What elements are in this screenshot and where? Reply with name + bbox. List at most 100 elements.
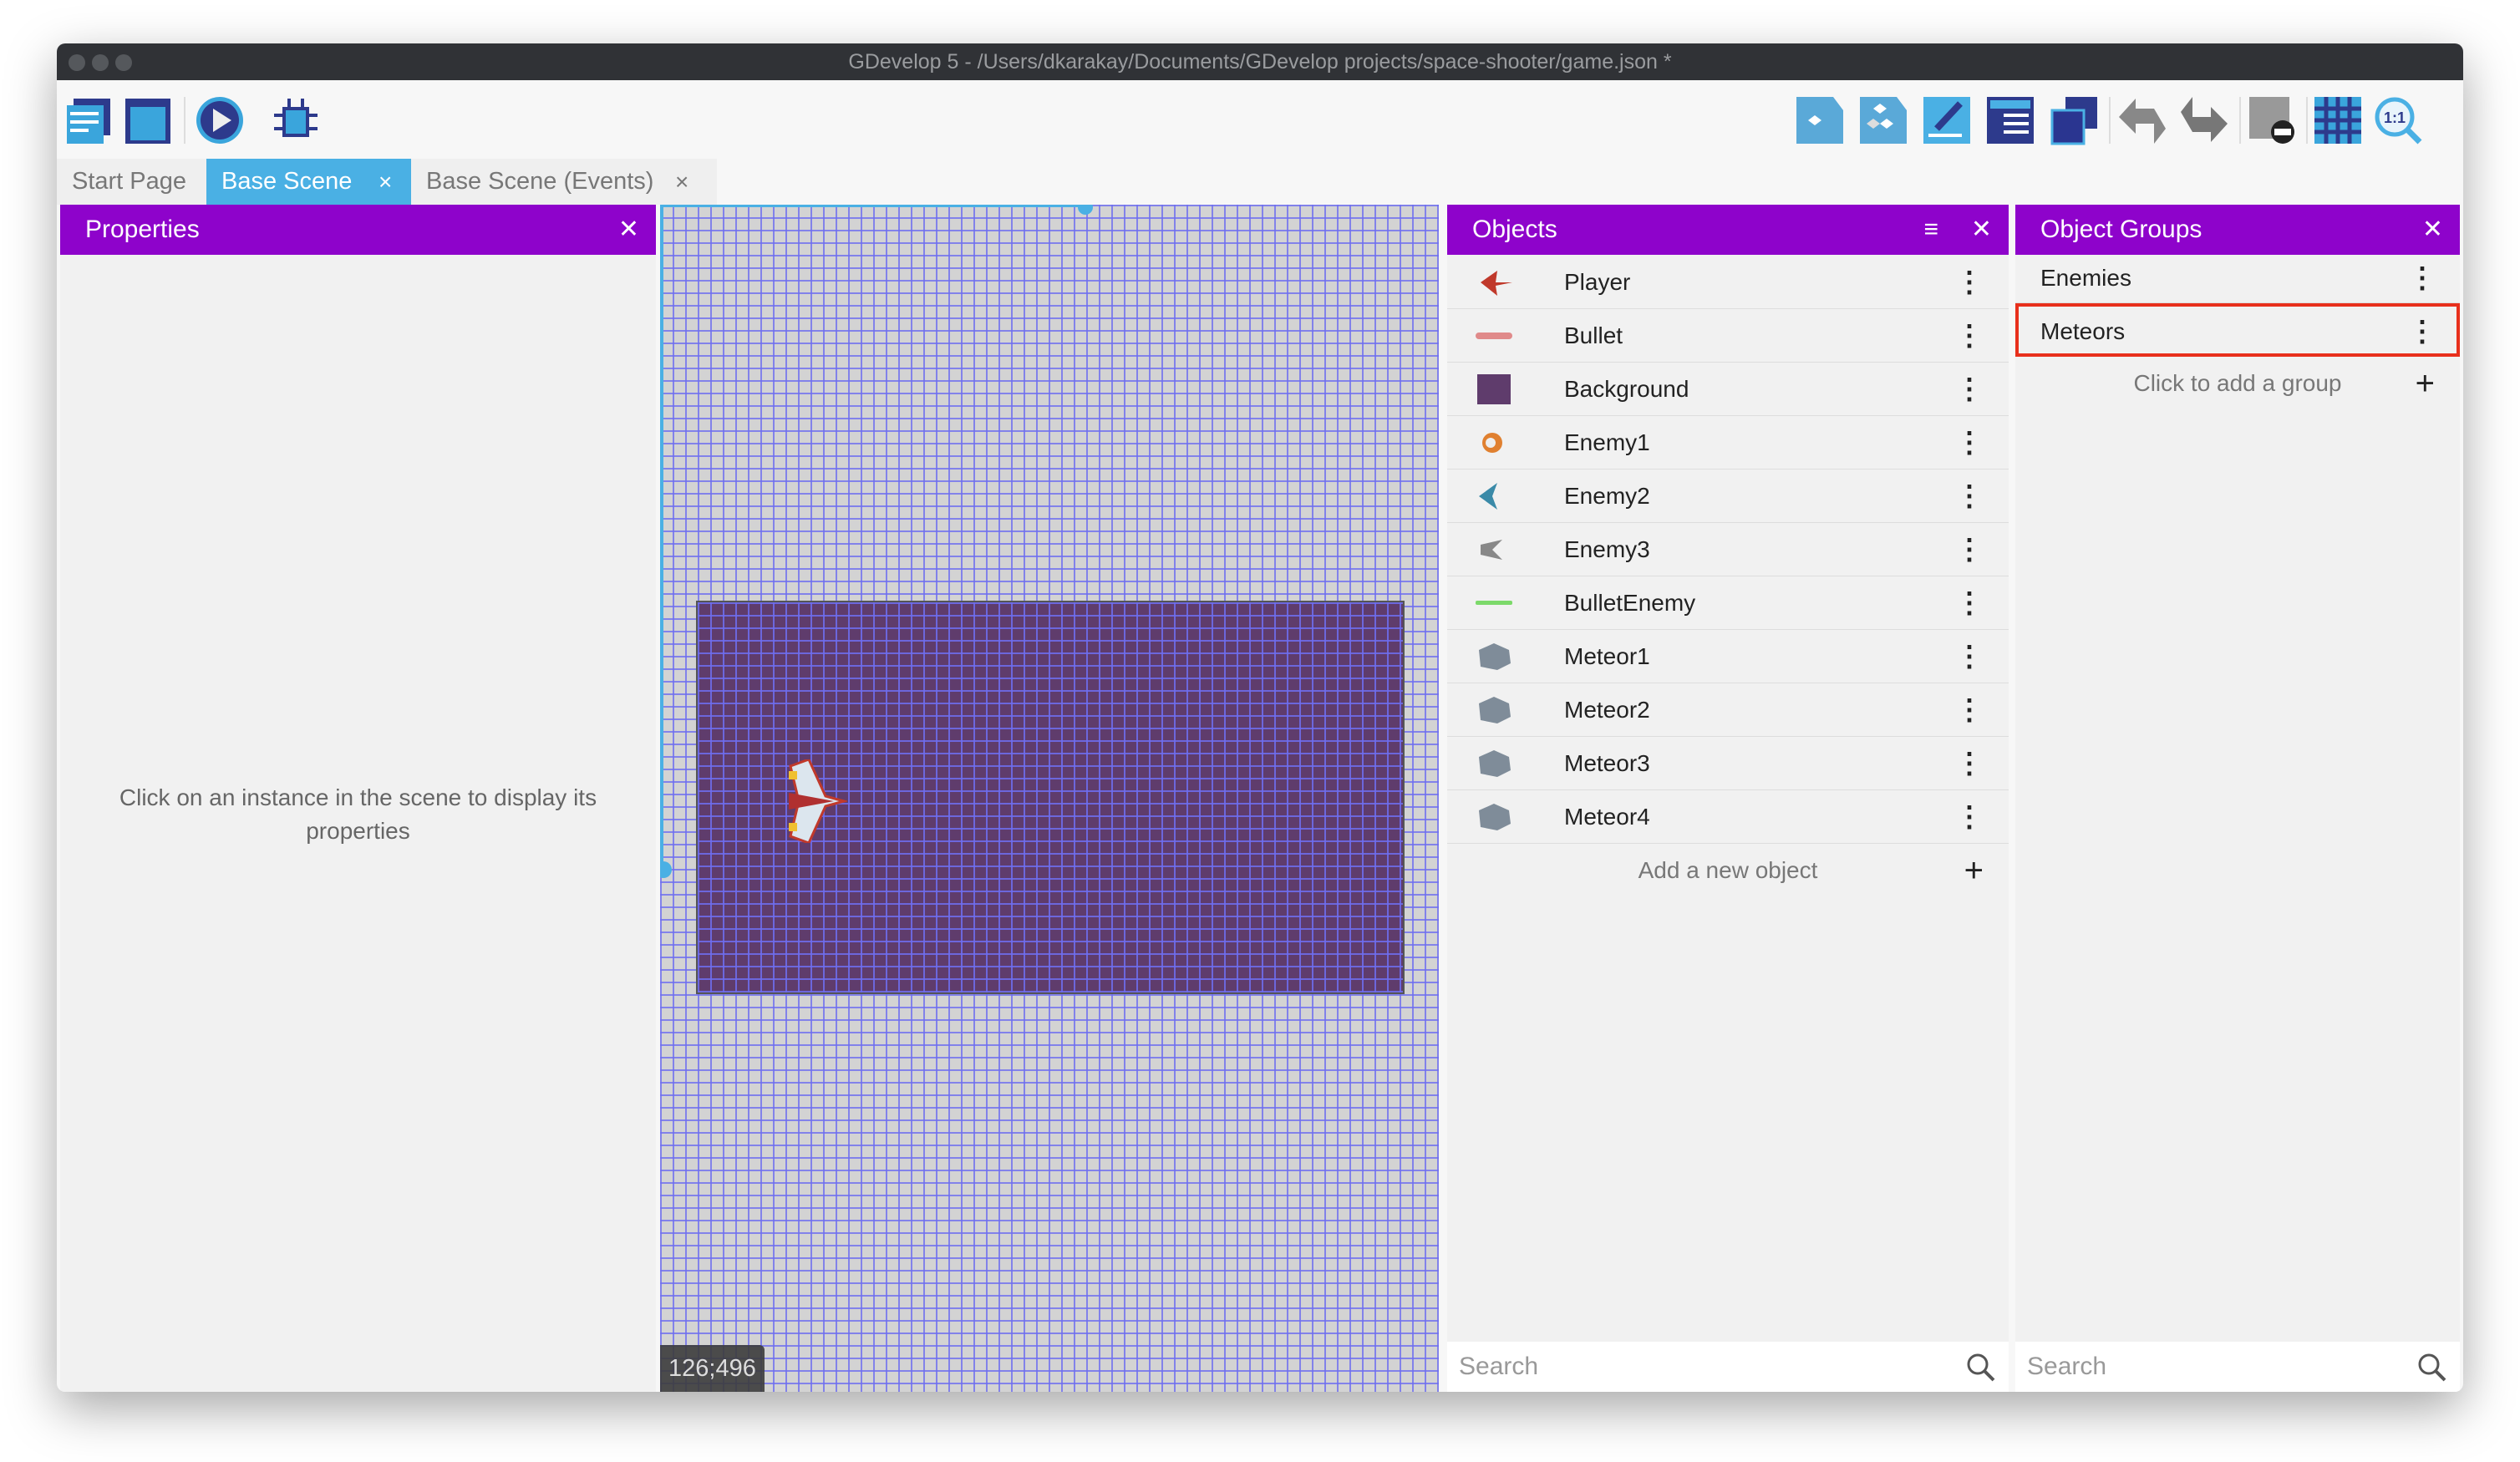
more-options-icon[interactable]: ⋮ bbox=[1955, 523, 1984, 576]
toolbar: 1:1 bbox=[57, 80, 2463, 159]
tab-bar: Start Page Base Scene × Base Scene (Event… bbox=[57, 159, 717, 205]
object-name: Bullet bbox=[1564, 322, 1623, 348]
search-icon[interactable] bbox=[2416, 1352, 2446, 1382]
object-thumbnail-icon bbox=[1479, 804, 1511, 830]
tab-label: Base Scene bbox=[221, 168, 353, 195]
tab-base-scene[interactable]: Base Scene × bbox=[206, 159, 411, 205]
properties-edit-icon[interactable] bbox=[1922, 95, 1972, 145]
groups-search-input[interactable]: Search bbox=[2015, 1342, 2460, 1392]
tab-label: Start Page bbox=[72, 168, 187, 195]
more-options-icon[interactable]: ⋮ bbox=[1955, 790, 1984, 844]
group-name: Enemies bbox=[2040, 265, 2131, 291]
delete-selection-icon[interactable] bbox=[2248, 95, 2298, 145]
object-name: Background bbox=[1564, 376, 1689, 402]
more-options-icon[interactable]: ⋮ bbox=[2408, 255, 2436, 302]
object-thumbnail-icon bbox=[1476, 333, 1512, 339]
object-name: Meteor2 bbox=[1564, 697, 1650, 723]
object-thumbnail-icon bbox=[1479, 697, 1511, 723]
add-object-label: Add a new object bbox=[1638, 857, 1818, 883]
object-item-background[interactable]: Background ⋮ bbox=[1447, 363, 2009, 416]
more-options-icon[interactable]: ⋮ bbox=[2408, 307, 2436, 357]
undo-icon[interactable] bbox=[2117, 95, 2167, 145]
panel-header: Objects ≡ ✕ bbox=[1447, 205, 2009, 255]
object-name: Meteor1 bbox=[1564, 643, 1650, 669]
grid-icon[interactable] bbox=[2313, 95, 2363, 145]
scene-icon[interactable] bbox=[124, 95, 174, 145]
object-item-player[interactable]: Player ⋮ bbox=[1447, 256, 2009, 309]
panel-title: Properties bbox=[85, 216, 200, 243]
more-options-icon[interactable]: ⋮ bbox=[1955, 256, 1984, 309]
resize-handle[interactable] bbox=[660, 861, 672, 878]
close-window-button[interactable] bbox=[69, 54, 85, 71]
close-panel-icon[interactable]: ✕ bbox=[2422, 205, 2443, 255]
cursor-coordinates: 126;496 bbox=[660, 1345, 765, 1392]
object-item-bullet[interactable]: Bullet ⋮ bbox=[1447, 309, 2009, 363]
close-panel-icon[interactable]: ✕ bbox=[1971, 205, 1992, 255]
panel-header: Object Groups ✕ bbox=[2015, 205, 2460, 255]
add-object-button[interactable]: Add a new object + bbox=[1447, 844, 2009, 897]
background-instance[interactable] bbox=[696, 601, 1405, 994]
tab-label: Base Scene (Events) bbox=[426, 168, 654, 195]
more-options-icon[interactable]: ⋮ bbox=[1955, 416, 1984, 470]
app-window: GDevelop 5 - /Users/dkarakay/Documents/G… bbox=[57, 43, 2463, 1392]
objects-search-input[interactable]: Search bbox=[1447, 1342, 2009, 1392]
tab-base-scene-events[interactable]: Base Scene (Events) × bbox=[411, 159, 717, 205]
object-groups-icon[interactable] bbox=[1858, 95, 1908, 145]
filter-icon[interactable]: ≡ bbox=[1923, 205, 1938, 255]
group-item-meteors[interactable]: Meteors ⋮ bbox=[2015, 303, 2460, 357]
window-title: GDevelop 5 - /Users/dkarakay/Documents/G… bbox=[848, 50, 1672, 74]
preview-play-icon[interactable] bbox=[195, 95, 245, 145]
tab-start-page[interactable]: Start Page bbox=[57, 159, 217, 205]
object-name: Player bbox=[1564, 269, 1631, 295]
object-item-meteor1[interactable]: Meteor1 ⋮ bbox=[1447, 630, 2009, 683]
object-item-enemy2[interactable]: Enemy2 ⋮ bbox=[1447, 470, 2009, 523]
object-thumbnail-icon bbox=[1479, 483, 1497, 510]
minimize-window-button[interactable] bbox=[92, 54, 109, 71]
redo-icon[interactable] bbox=[2179, 95, 2229, 145]
object-item-meteor2[interactable]: Meteor2 ⋮ bbox=[1447, 683, 2009, 737]
object-item-enemy1[interactable]: Enemy1 ⋮ bbox=[1447, 416, 2009, 470]
search-icon[interactable] bbox=[1965, 1352, 1995, 1382]
object-item-enemy3[interactable]: Enemy3 ⋮ bbox=[1447, 523, 2009, 576]
object-editor-icon[interactable] bbox=[1795, 95, 1845, 145]
object-thumbnail-icon bbox=[1481, 540, 1502, 560]
object-thumbnail-icon bbox=[1482, 433, 1502, 453]
layers-icon[interactable] bbox=[2049, 95, 2099, 145]
player-instance[interactable] bbox=[784, 759, 847, 843]
project-manager-icon[interactable] bbox=[64, 95, 114, 145]
objects-panel: Objects ≡ ✕ Player ⋮ Bullet ⋮ Background ⋮ Enemy… bbox=[1447, 205, 2009, 1392]
more-options-icon[interactable]: ⋮ bbox=[1955, 630, 1984, 683]
add-group-button[interactable]: Click to add a group + bbox=[2015, 357, 2460, 410]
instances-list-icon[interactable] bbox=[1985, 95, 2035, 145]
object-item-meteor3[interactable]: Meteor3 ⋮ bbox=[1447, 737, 2009, 790]
object-item-meteor4[interactable]: Meteor4 ⋮ bbox=[1447, 790, 2009, 844]
group-item-enemies[interactable]: Enemies ⋮ bbox=[2015, 255, 2460, 303]
more-options-icon[interactable]: ⋮ bbox=[1955, 470, 1984, 523]
object-thumbnail-icon bbox=[1479, 750, 1511, 777]
close-tab-icon[interactable]: × bbox=[675, 159, 688, 205]
search-placeholder: Search bbox=[2027, 1353, 2107, 1380]
debugger-icon[interactable] bbox=[271, 95, 321, 145]
object-name: Enemy2 bbox=[1564, 483, 1650, 509]
object-thumbnail-icon bbox=[1477, 374, 1511, 404]
resize-handle[interactable] bbox=[1078, 205, 1093, 215]
plus-icon[interactable]: + bbox=[2416, 357, 2435, 410]
panel-title: Objects bbox=[1472, 216, 1557, 243]
more-options-icon[interactable]: ⋮ bbox=[1955, 309, 1984, 363]
more-options-icon[interactable]: ⋮ bbox=[1955, 363, 1984, 416]
scene-canvas[interactable]: 126;496 bbox=[660, 205, 1439, 1392]
close-panel-icon[interactable]: ✕ bbox=[618, 205, 639, 255]
more-options-icon[interactable]: ⋮ bbox=[1955, 576, 1984, 630]
panel-title: Object Groups bbox=[2040, 216, 2202, 243]
zoom-reset-icon[interactable]: 1:1 bbox=[2373, 95, 2423, 145]
object-thumbnail-icon bbox=[1476, 601, 1512, 605]
object-thumbnail-icon bbox=[1481, 271, 1512, 296]
title-bar: GDevelop 5 - /Users/dkarakay/Documents/G… bbox=[57, 43, 2463, 80]
maximize-window-button[interactable] bbox=[115, 54, 132, 71]
more-options-icon[interactable]: ⋮ bbox=[1955, 683, 1984, 737]
object-name: Enemy1 bbox=[1564, 429, 1650, 455]
plus-icon[interactable]: + bbox=[1964, 844, 1984, 897]
more-options-icon[interactable]: ⋮ bbox=[1955, 737, 1984, 790]
object-item-bulletenemy[interactable]: BulletEnemy ⋮ bbox=[1447, 576, 2009, 630]
close-tab-icon[interactable]: × bbox=[379, 159, 392, 205]
